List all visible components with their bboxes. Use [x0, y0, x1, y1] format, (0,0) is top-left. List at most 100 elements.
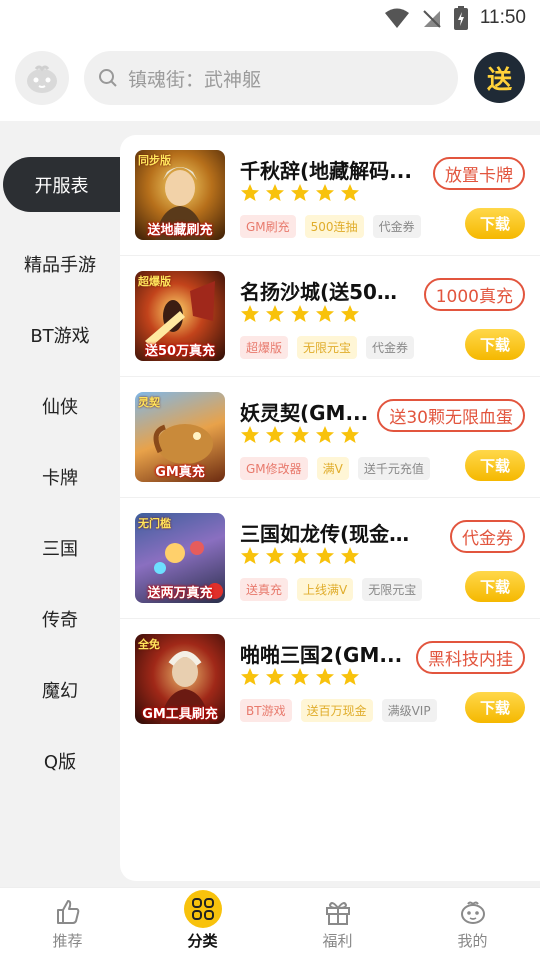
nav-tab-category[interactable]: 分类: [135, 888, 270, 961]
sidebar-item-legend[interactable]: 传奇: [0, 583, 120, 654]
star-icon: [341, 184, 359, 201]
star-icon: [316, 184, 334, 201]
star-icon: [316, 547, 334, 564]
star-icon: [291, 547, 309, 564]
sidebar-item-fantasy[interactable]: 魔幻: [0, 654, 120, 725]
tag: 满V: [316, 457, 349, 480]
game-title: 名扬沙城(送50万...: [240, 280, 412, 304]
sidebar-item-q-style[interactable]: Q版: [0, 725, 120, 796]
top-bar: 镇魂街：武神躯 送: [0, 50, 540, 106]
send-button[interactable]: 送: [474, 52, 525, 103]
game-item[interactable]: 全免 GM工具刷充 啪啪三国2(GM... BT游戏 送百万现金 满级VIP 黑…: [120, 619, 540, 740]
tag: 无限元宝: [297, 336, 358, 359]
game-list: 同步版 送地藏刷充 千秋辞(地藏解码... GM刷充 500连抽 代金券 放置卡…: [120, 135, 540, 881]
star-icon: [341, 305, 359, 322]
star-icon: [266, 305, 284, 322]
tag: 500连抽: [304, 215, 364, 238]
search-placeholder: 镇魂街：武神躯: [128, 68, 262, 91]
download-button[interactable]: 下载: [465, 208, 525, 239]
nav-tab-mine[interactable]: 我的: [405, 888, 540, 961]
wifi-icon: [384, 8, 409, 28]
mascot-icon: [27, 65, 57, 93]
tag: 满级VIP: [381, 699, 437, 722]
sidebar-item-server-list[interactable]: 开服表: [3, 157, 120, 212]
star-icon: [291, 426, 309, 443]
download-button[interactable]: 下载: [465, 692, 525, 723]
star-icon: [241, 305, 259, 322]
thumb-caption: 送地藏刷充: [147, 223, 213, 238]
tag-list: 送真充 上线满V 无限元宝: [240, 578, 423, 601]
promo-badge: 送30颗无限血蛋: [377, 399, 525, 432]
search-bar[interactable]: 镇魂街：武神躯: [84, 51, 458, 105]
promo-badge: 代金券: [450, 520, 525, 553]
star-icon: [316, 426, 334, 443]
game-title: 千秋辞(地藏解码...: [240, 159, 412, 183]
nav-tab-welfare[interactable]: 福利: [270, 888, 405, 961]
game-thumbnail[interactable]: 全免 GM工具刷充: [135, 634, 225, 724]
thumb-badge: 同步版: [138, 154, 171, 167]
tag: 无限元宝: [362, 578, 423, 601]
bottom-nav: 推荐 分类 福利 我的: [0, 887, 540, 960]
avatar[interactable]: [15, 51, 69, 105]
tag-list: 超爆版 无限元宝 代金券: [240, 336, 415, 359]
sidebar-item-xianxia[interactable]: 仙侠: [0, 370, 120, 441]
thumb-badge: 灵契: [138, 396, 160, 409]
rating-stars: [240, 425, 360, 445]
game-item[interactable]: 无门槛 送两万真充 三国如龙传(现金点... 送真充 上线满V 无限元宝 代金券…: [120, 498, 540, 619]
download-button[interactable]: 下载: [465, 450, 525, 481]
sidebar-item-bt-games[interactable]: BT游戏: [0, 299, 120, 370]
sidebar-item-featured[interactable]: 精品手游: [0, 228, 120, 299]
tag: 送千元充值: [357, 457, 430, 480]
download-button[interactable]: 下载: [465, 329, 525, 360]
mascot-icon: [460, 901, 485, 924]
nav-tab-recommend[interactable]: 推荐: [0, 888, 135, 961]
tag: 送百万现金: [300, 699, 373, 722]
nav-label: 福利: [322, 932, 353, 950]
game-item[interactable]: 超爆版 送50万真充 名扬沙城(送50万... 超爆版 无限元宝 代金券 100…: [120, 256, 540, 377]
star-icon: [291, 305, 309, 322]
sidebar-item-card[interactable]: 卡牌: [0, 441, 120, 512]
download-button[interactable]: 下载: [465, 571, 525, 602]
promo-badge: 1000真充: [423, 278, 525, 311]
star-icon: [266, 668, 284, 685]
rating-stars: [240, 667, 360, 687]
tag: 代金券: [366, 336, 415, 359]
star-icon: [316, 668, 334, 685]
game-thumbnail[interactable]: 超爆版 送50万真充: [135, 271, 225, 361]
tag: 代金券: [372, 215, 421, 238]
star-icon: [291, 668, 309, 685]
star-icon: [266, 426, 284, 443]
category-sidebar: 开服表 精品手游 BT游戏 仙侠 卡牌 三国 传奇 魔幻 Q版: [0, 157, 120, 796]
thumb-badge: 无门槛: [138, 517, 171, 530]
tag: GM刷充: [240, 215, 296, 238]
game-item[interactable]: 灵契 GM真充 妖灵契(GM... GM修改器 满V 送千元充值 送30颗无限血…: [120, 377, 540, 498]
tag: 上线满V: [297, 578, 354, 601]
tag: BT游戏: [240, 699, 292, 722]
star-icon: [241, 547, 259, 564]
tag-list: GM刷充 500连抽 代金券: [240, 215, 421, 238]
grid-icon: [191, 898, 214, 920]
nav-active-bubble: [183, 890, 222, 928]
star-icon: [241, 426, 259, 443]
sidebar-item-three-kingdoms[interactable]: 三国: [0, 512, 120, 583]
rating-stars: [240, 546, 360, 566]
game-thumbnail[interactable]: 无门槛 送两万真充: [135, 513, 225, 603]
tag: GM修改器: [240, 457, 308, 480]
thumb-badge: 全免: [138, 638, 160, 651]
star-icon: [241, 184, 259, 201]
thumb-caption: 送50万真充: [144, 344, 216, 359]
tag-list: GM修改器 满V 送千元充值: [240, 457, 430, 480]
status-bar: 11:50: [0, 0, 540, 36]
star-icon: [241, 668, 259, 685]
thumbs-up-icon: [56, 900, 79, 924]
game-thumbnail[interactable]: 同步版 送地藏刷充: [135, 150, 225, 240]
star-icon: [266, 184, 284, 201]
thumb-caption: GM工具刷充: [142, 707, 218, 722]
game-title: 啪啪三国2(GM...: [240, 643, 403, 667]
star-icon: [341, 668, 359, 685]
clock: 11:50: [479, 7, 526, 28]
tag-list: BT游戏 送百万现金 满级VIP: [240, 699, 437, 722]
game-thumbnail[interactable]: 灵契 GM真充: [135, 392, 225, 482]
game-item[interactable]: 同步版 送地藏刷充 千秋辞(地藏解码... GM刷充 500连抽 代金券 放置卡…: [120, 135, 540, 256]
battery-icon: [453, 6, 468, 30]
